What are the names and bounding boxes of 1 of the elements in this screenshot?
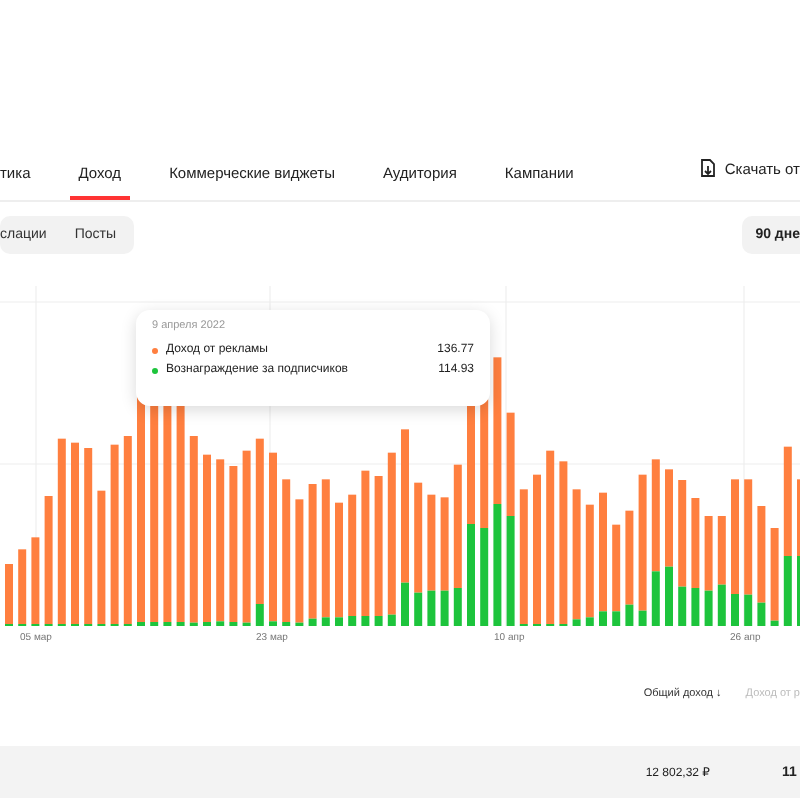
download-file-icon	[700, 158, 717, 178]
